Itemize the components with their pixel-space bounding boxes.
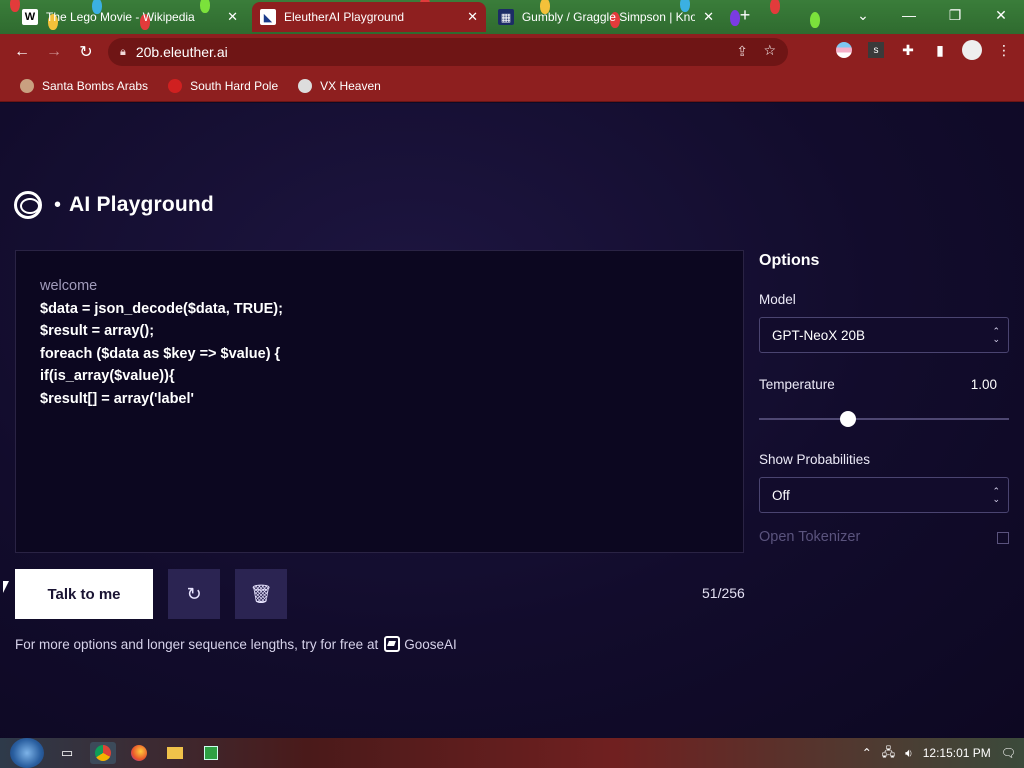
- regenerate-button[interactable]: ↻: [168, 569, 220, 619]
- address-bar[interactable]: 🔒︎ 20b.eleuther.ai ⇪ ☆: [108, 38, 788, 66]
- trash-icon: 🗑︎: [249, 583, 273, 604]
- mouse-cursor-icon: [3, 581, 9, 593]
- profile-flag-icon[interactable]: [832, 38, 856, 62]
- chevron-updown-icon: ⌃ ⌄: [992, 486, 1000, 504]
- footnote-text: For more options and longer sequence len…: [15, 636, 379, 652]
- eleutherai-logo-icon: [14, 191, 42, 219]
- temperature-label: Temperature: [759, 377, 835, 392]
- tab-gumbly-graggle[interactable]: ▦ Gumbly / Graggle Simpson | Kno ✕: [490, 2, 722, 32]
- browser-toolbar: ← → ↻ 🔒︎ 20b.eleuther.ai ⇪ ☆ s ✚ ▮ ⋮: [0, 34, 1024, 70]
- tab-search-icon[interactable]: ⌄: [840, 0, 886, 30]
- completion-line: if(is_array($value)){: [40, 368, 175, 385]
- new-tab-button[interactable]: +: [730, 0, 760, 30]
- menu-kebab-icon[interactable]: ⋮: [992, 38, 1016, 62]
- extension-icons: s ✚ ▮ ⋮: [832, 38, 1016, 62]
- footnote: For more options and longer sequence len…: [15, 636, 457, 652]
- bookmark-label: VX Heaven: [320, 78, 381, 93]
- gooseai-icon: ◣: [260, 9, 276, 25]
- forward-button[interactable]: →: [38, 38, 70, 66]
- model-label: Model: [759, 292, 796, 307]
- model-value: GPT-NeoX 20B: [772, 327, 866, 343]
- close-icon[interactable]: ✕: [459, 9, 478, 25]
- chevron-up-icon[interactable]: ⌃: [862, 746, 872, 760]
- bookmarks-bar: Santa Bombs Arabs South Hard Pole VX Hea…: [0, 70, 1024, 102]
- bookmark-vx-heaven[interactable]: VX Heaven: [292, 76, 387, 96]
- temperature-slider-track[interactable]: [759, 418, 1009, 420]
- completion-line: $data = json_decode($data, TRUE);: [40, 300, 283, 317]
- external-link-icon[interactable]: [997, 532, 1009, 544]
- restore-button[interactable]: ❐: [932, 0, 978, 30]
- windows-taskbar: ▭ ⌃ 🖧︎ 🔉︎ 12:15:01 PM 🗨︎: [0, 738, 1024, 768]
- browser-tab-strip: W The Lego Movie - Wikipedia ✕ ◣ Eleuthe…: [0, 0, 1024, 34]
- close-icon[interactable]: ✕: [695, 9, 714, 25]
- close-window-button[interactable]: ✕: [978, 0, 1024, 30]
- tab-title: Gumbly / Graggle Simpson | Kno: [521, 10, 696, 24]
- bookmark-santa-bombs-arabs[interactable]: Santa Bombs Arabs: [14, 76, 154, 96]
- clock[interactable]: 12:15:01 PM: [923, 746, 991, 760]
- reload-button[interactable]: ↻: [70, 38, 102, 66]
- tab-lego-movie[interactable]: W The Lego Movie - Wikipedia ✕: [14, 2, 246, 32]
- lock-icon: 🔒︎: [120, 45, 126, 58]
- refresh-icon: ↻: [186, 583, 202, 604]
- bookmark-label: Santa Bombs Arabs: [42, 78, 149, 93]
- firefox-icon[interactable]: [126, 742, 152, 764]
- playground-page: • AI Playground welcome $data = json_dec…: [0, 103, 1024, 738]
- bookmark-favicon-icon: [298, 78, 313, 93]
- temperature-slider-thumb[interactable]: [839, 411, 856, 427]
- url-text: 20b.eleuther.ai: [135, 44, 228, 60]
- options-title: Options: [759, 252, 820, 269]
- brand-separator: •: [54, 193, 62, 216]
- completion-line: foreach ($data as $key => $value) {: [40, 345, 281, 362]
- app-green-icon[interactable]: [198, 742, 224, 764]
- wikipedia-icon: W: [22, 9, 38, 25]
- back-button[interactable]: ←: [6, 38, 38, 66]
- volume-icon[interactable]: 🔉︎: [905, 746, 913, 761]
- share-icon[interactable]: ⇪: [736, 43, 748, 60]
- notifications-icon[interactable]: 🗨︎: [1001, 746, 1016, 760]
- bookmark-favicon-icon: [20, 78, 34, 93]
- show-probabilities-label: Show Probabilities: [759, 452, 871, 467]
- extension-s-icon[interactable]: s: [864, 38, 888, 62]
- profile-avatar-icon[interactable]: [960, 38, 984, 62]
- tab-title: EleutherAI Playground: [284, 10, 405, 24]
- close-icon[interactable]: ✕: [219, 9, 238, 25]
- completion-line: $result[] = array('label': [40, 390, 194, 407]
- model-select[interactable]: GPT-NeoX 20B ⌃ ⌄: [759, 317, 1009, 353]
- clear-button[interactable]: 🗑︎: [235, 569, 287, 619]
- system-tray: ⌃ 🖧︎ 🔉︎ 12:15:01 PM 🗨︎: [862, 738, 1024, 768]
- fandom-icon: ▦: [498, 9, 514, 25]
- talk-to-me-button[interactable]: Talk to me: [15, 569, 153, 619]
- prompt-text: welcome: [40, 278, 98, 294]
- options-panel: Options Model GPT-NeoX 20B ⌃ ⌄ Temperatur…: [759, 252, 1009, 545]
- bookmark-label: South Hard Pole: [190, 78, 279, 93]
- completion-line: $result = array();: [40, 323, 155, 340]
- tab-eleutherai-playground[interactable]: ◣ EleutherAI Playground ✕: [252, 2, 486, 32]
- chevron-updown-icon: ⌃ ⌄: [992, 326, 1000, 344]
- bookmark-favicon-icon: [168, 78, 183, 93]
- task-view-icon[interactable]: ▭: [54, 742, 80, 764]
- bookmark-star-icon[interactable]: ☆: [763, 42, 776, 59]
- gooseai-icon: [384, 636, 401, 652]
- side-panel-icon[interactable]: ▮: [928, 38, 952, 62]
- token-counter: 51/256: [702, 585, 745, 601]
- extensions-puzzle-icon[interactable]: ✚: [896, 38, 920, 62]
- temperature-value: 1.00: [970, 377, 997, 392]
- brand-header: • AI Playground: [14, 191, 214, 219]
- tab-title: The Lego Movie - Wikipedia: [46, 10, 195, 24]
- bookmark-south-hard-pole[interactable]: South Hard Pole: [162, 76, 284, 96]
- open-tokenizer-link[interactable]: Open Tokenizer: [759, 529, 860, 545]
- chrome-icon[interactable]: [90, 742, 116, 764]
- show-probabilities-value: Off: [772, 487, 790, 503]
- gooseai-link[interactable]: GooseAI: [404, 637, 457, 652]
- minimize-button[interactable]: —: [886, 0, 932, 30]
- start-button[interactable]: [10, 738, 44, 768]
- page-title: AI Playground: [69, 193, 214, 216]
- prompt-textarea[interactable]: welcome $data = json_decode($data, TRUE)…: [15, 250, 744, 553]
- network-icon[interactable]: 🖧︎: [882, 743, 895, 764]
- file-explorer-icon[interactable]: [162, 742, 188, 764]
- show-probabilities-select[interactable]: Off ⌃ ⌄: [759, 477, 1009, 513]
